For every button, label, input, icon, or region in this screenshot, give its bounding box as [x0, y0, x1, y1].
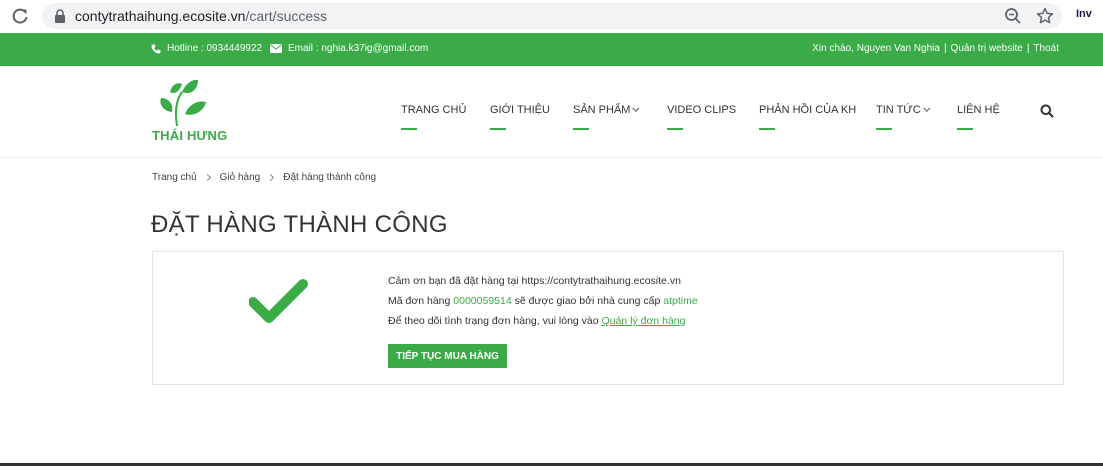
breadcrumb-current: Đặt hàng thành công — [283, 172, 377, 183]
chevron-right-icon — [203, 173, 211, 182]
hotline[interactable]: Hotline : 0934449922 — [151, 43, 262, 54]
bookmark-star-icon[interactable] — [1036, 7, 1054, 25]
user-menu: Xin chào, Nguyen Van Nghia | Quản trị webs… — [812, 43, 1059, 54]
nav-underline — [490, 128, 506, 130]
nav-underline — [759, 128, 775, 130]
nav-label: TRANG CHỦ — [401, 104, 467, 116]
phone-icon — [151, 44, 161, 53]
nav-underline — [401, 128, 417, 130]
nav-label: SẢN PHẨM — [573, 104, 631, 116]
breadcrumb-home[interactable]: Trang chủ — [152, 172, 197, 183]
nav-video-clips[interactable]: VIDEO CLIPS — [667, 104, 737, 130]
url-text[interactable]: contytrathaihung.ecosite.vn/cart/success — [75, 8, 327, 24]
zoom-out-icon[interactable] — [1004, 7, 1022, 25]
thank-you-message: Cảm ơn bạn đã đặt hàng tại https://conty… — [388, 275, 681, 287]
extension-button[interactable]: Inv — [1076, 8, 1092, 20]
nav-feedback[interactable]: PHẢN HỒI CỦA KH — [759, 104, 857, 130]
address-bar[interactable]: contytrathaihung.ecosite.vn/cart/success — [42, 3, 1062, 29]
supplier-name: atptime — [663, 295, 698, 307]
nav-underline — [957, 128, 973, 130]
order-info-message: Mã đơn hàng 0000059514 sẽ được giao bởi … — [388, 295, 698, 307]
nav-underline — [876, 128, 892, 130]
lock-icon[interactable] — [54, 9, 66, 23]
browser-toolbar: contytrathaihung.ecosite.vn/cart/success… — [0, 0, 1103, 33]
nav-about[interactable]: GIỚI THIỆU — [490, 104, 550, 130]
page-title: ĐẶT HÀNG THÀNH CÔNG — [151, 211, 448, 238]
url-path: /cart/success — [245, 8, 328, 24]
nav-label: LIÊN HỆ — [957, 104, 1000, 116]
reload-icon[interactable] — [10, 6, 30, 26]
tracking-text: Để theo dõi tình trạng đơn hàng, vui lòn… — [388, 315, 599, 327]
order-management-link[interactable]: Quản lý đơn hàng — [602, 315, 686, 327]
nav-label: TIN TỨC — [876, 104, 921, 116]
leaf-logo-icon — [160, 79, 206, 127]
nav-underline — [667, 128, 683, 130]
nav-label: GIỚI THIỆU — [490, 104, 550, 116]
separator: | — [943, 43, 947, 54]
hotline-text: Hotline : 0934449922 — [167, 43, 263, 54]
email-text: Email : nghia.k37ig@gmail.com — [288, 43, 429, 54]
nav-contact[interactable]: LIÊN HỆ — [957, 104, 1000, 130]
envelope-icon — [270, 44, 282, 53]
admin-link[interactable]: Quản trị website — [951, 43, 1023, 54]
order-delivery-text: sẽ được giao bởi nhà cung cấp — [514, 295, 661, 307]
breadcrumb-cart[interactable]: Giỏ hàng — [220, 172, 261, 183]
order-id-prefix: Mã đơn hàng — [388, 295, 451, 307]
logo-text: THÁI HƯNG — [152, 128, 228, 143]
nav-news[interactable]: TIN TỨC — [876, 104, 930, 130]
site-logo[interactable]: THÁI HƯNG — [152, 78, 234, 144]
site-header: THÁI HƯNG TRANG CHỦ GIỚI THIỆU SẢN PHẨM … — [0, 66, 1103, 158]
nav-label: VIDEO CLIPS — [667, 104, 737, 116]
continue-shopping-button[interactable]: TIẾP TỤC MUA HÀNG — [388, 344, 507, 368]
chevron-down-icon — [922, 104, 930, 112]
url-domain: contytrathaihung.ecosite.vn — [75, 8, 246, 24]
nav-products[interactable]: SẢN PHẨM — [573, 104, 640, 130]
tracking-message: Để theo dõi tình trạng đơn hàng, vui lòn… — [388, 315, 686, 327]
email-contact[interactable]: Email : nghia.k37ig@gmail.com — [270, 43, 428, 54]
order-success-panel: Cảm ơn bạn đã đặt hàng tại https://conty… — [152, 251, 1064, 385]
chevron-right-icon — [267, 173, 275, 182]
separator: | — [1026, 43, 1030, 54]
breadcrumb: Trang chủ Giỏ hàng Đặt hàng thành công — [152, 172, 376, 183]
top-contact-bar: Hotline : 0934449922 Email : nghia.k37ig… — [0, 33, 1103, 66]
order-id: 0000059514 — [453, 295, 512, 307]
greeting-link[interactable]: Xin chào, Nguyen Van Nghia — [812, 43, 940, 54]
checkmark-icon — [249, 279, 308, 323]
nav-home[interactable]: TRANG CHỦ — [401, 104, 467, 130]
logout-link[interactable]: Thoát — [1033, 43, 1059, 54]
nav-label: PHẢN HỒI CỦA KH — [759, 104, 857, 116]
chevron-down-icon — [632, 104, 640, 112]
search-icon[interactable] — [1040, 104, 1054, 118]
nav-underline — [573, 128, 589, 130]
